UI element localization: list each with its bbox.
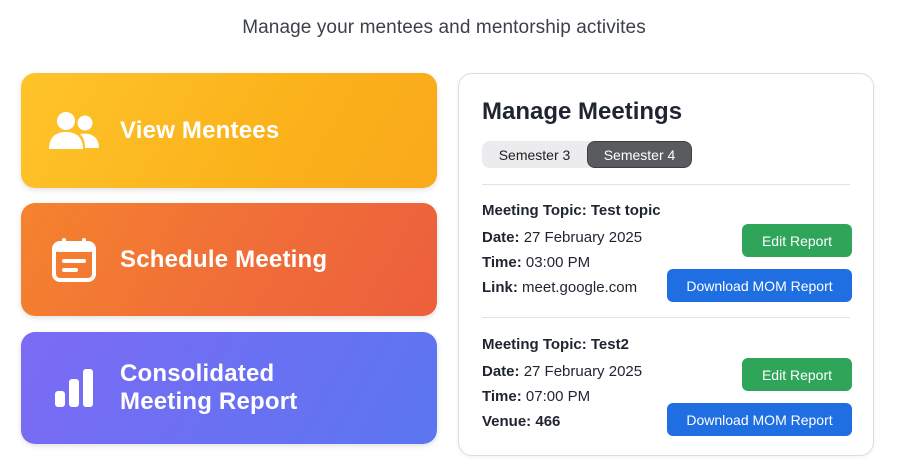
semester-tabs: Semester 3 Semester 4 — [482, 141, 692, 168]
link-value: meet.google.com — [522, 279, 638, 296]
meeting-topic: Meeting Topic: Test2 — [482, 336, 629, 353]
schedule-meeting-card[interactable]: Schedule Meeting — [21, 203, 437, 316]
time-value: 07:00 PM — [525, 388, 591, 405]
date-value: 27 February 2025 — [523, 229, 643, 246]
calendar-icon — [46, 232, 102, 288]
consolidated-report-line2: Meeting Report — [120, 388, 298, 415]
edit-report-button[interactable]: Edit Report — [742, 224, 852, 257]
consolidated-report-card[interactable]: Consolidated Meeting Report — [21, 332, 437, 444]
consolidated-report-line1: Consolidated — [120, 360, 275, 387]
schedule-meeting-label: Schedule Meeting — [120, 245, 328, 273]
meeting-date: Date: 27 February 2025 — [482, 229, 642, 246]
meeting-item: Meeting Topic: Test topic Date: 27 Febru… — [482, 202, 852, 312]
meeting-link: Link: meet.google.com — [482, 279, 637, 296]
meeting-date: Date: 27 February 2025 — [482, 363, 642, 380]
time-label: Time: — [482, 388, 522, 405]
tab-semester-4[interactable]: Semester 4 — [587, 141, 692, 168]
venue-label: Venue: — [482, 413, 532, 430]
meeting-time: Time: 03:00 PM — [482, 254, 590, 271]
time-value: 03:00 PM — [525, 254, 591, 271]
view-mentees-card[interactable]: View Mentees — [21, 73, 437, 188]
time-label: Time: — [482, 254, 522, 271]
date-value: 27 February 2025 — [523, 363, 643, 380]
bar-chart-icon — [46, 360, 102, 416]
panel-title: Manage Meetings — [482, 98, 683, 125]
date-label: Date: — [482, 363, 520, 380]
meeting-topic: Meeting Topic: Test topic — [482, 202, 661, 219]
download-mom-report-button[interactable]: Download MOM Report — [667, 403, 852, 436]
meeting-time: Time: 07:00 PM — [482, 388, 590, 405]
venue-value: 466 — [535, 413, 561, 430]
tab-semester-3[interactable]: Semester 3 — [482, 141, 587, 168]
date-label: Date: — [482, 229, 520, 246]
page-subtitle: Manage your mentees and mentorship activ… — [242, 17, 646, 38]
link-label: Link: — [482, 279, 518, 296]
meeting-item: Meeting Topic: Test2 Date: 27 February 2… — [482, 336, 852, 446]
view-mentees-label: View Mentees — [120, 116, 280, 144]
edit-report-button[interactable]: Edit Report — [742, 358, 852, 391]
meeting-venue: Venue: 466 — [482, 413, 560, 430]
users-icon — [46, 103, 102, 159]
download-mom-report-button[interactable]: Download MOM Report — [667, 269, 852, 302]
manage-meetings-panel: Manage Meetings Semester 3 Semester 4 Me… — [458, 73, 874, 456]
divider — [482, 184, 850, 185]
divider — [482, 317, 850, 318]
consolidated-report-label: Consolidated Meeting Report — [120, 360, 297, 416]
